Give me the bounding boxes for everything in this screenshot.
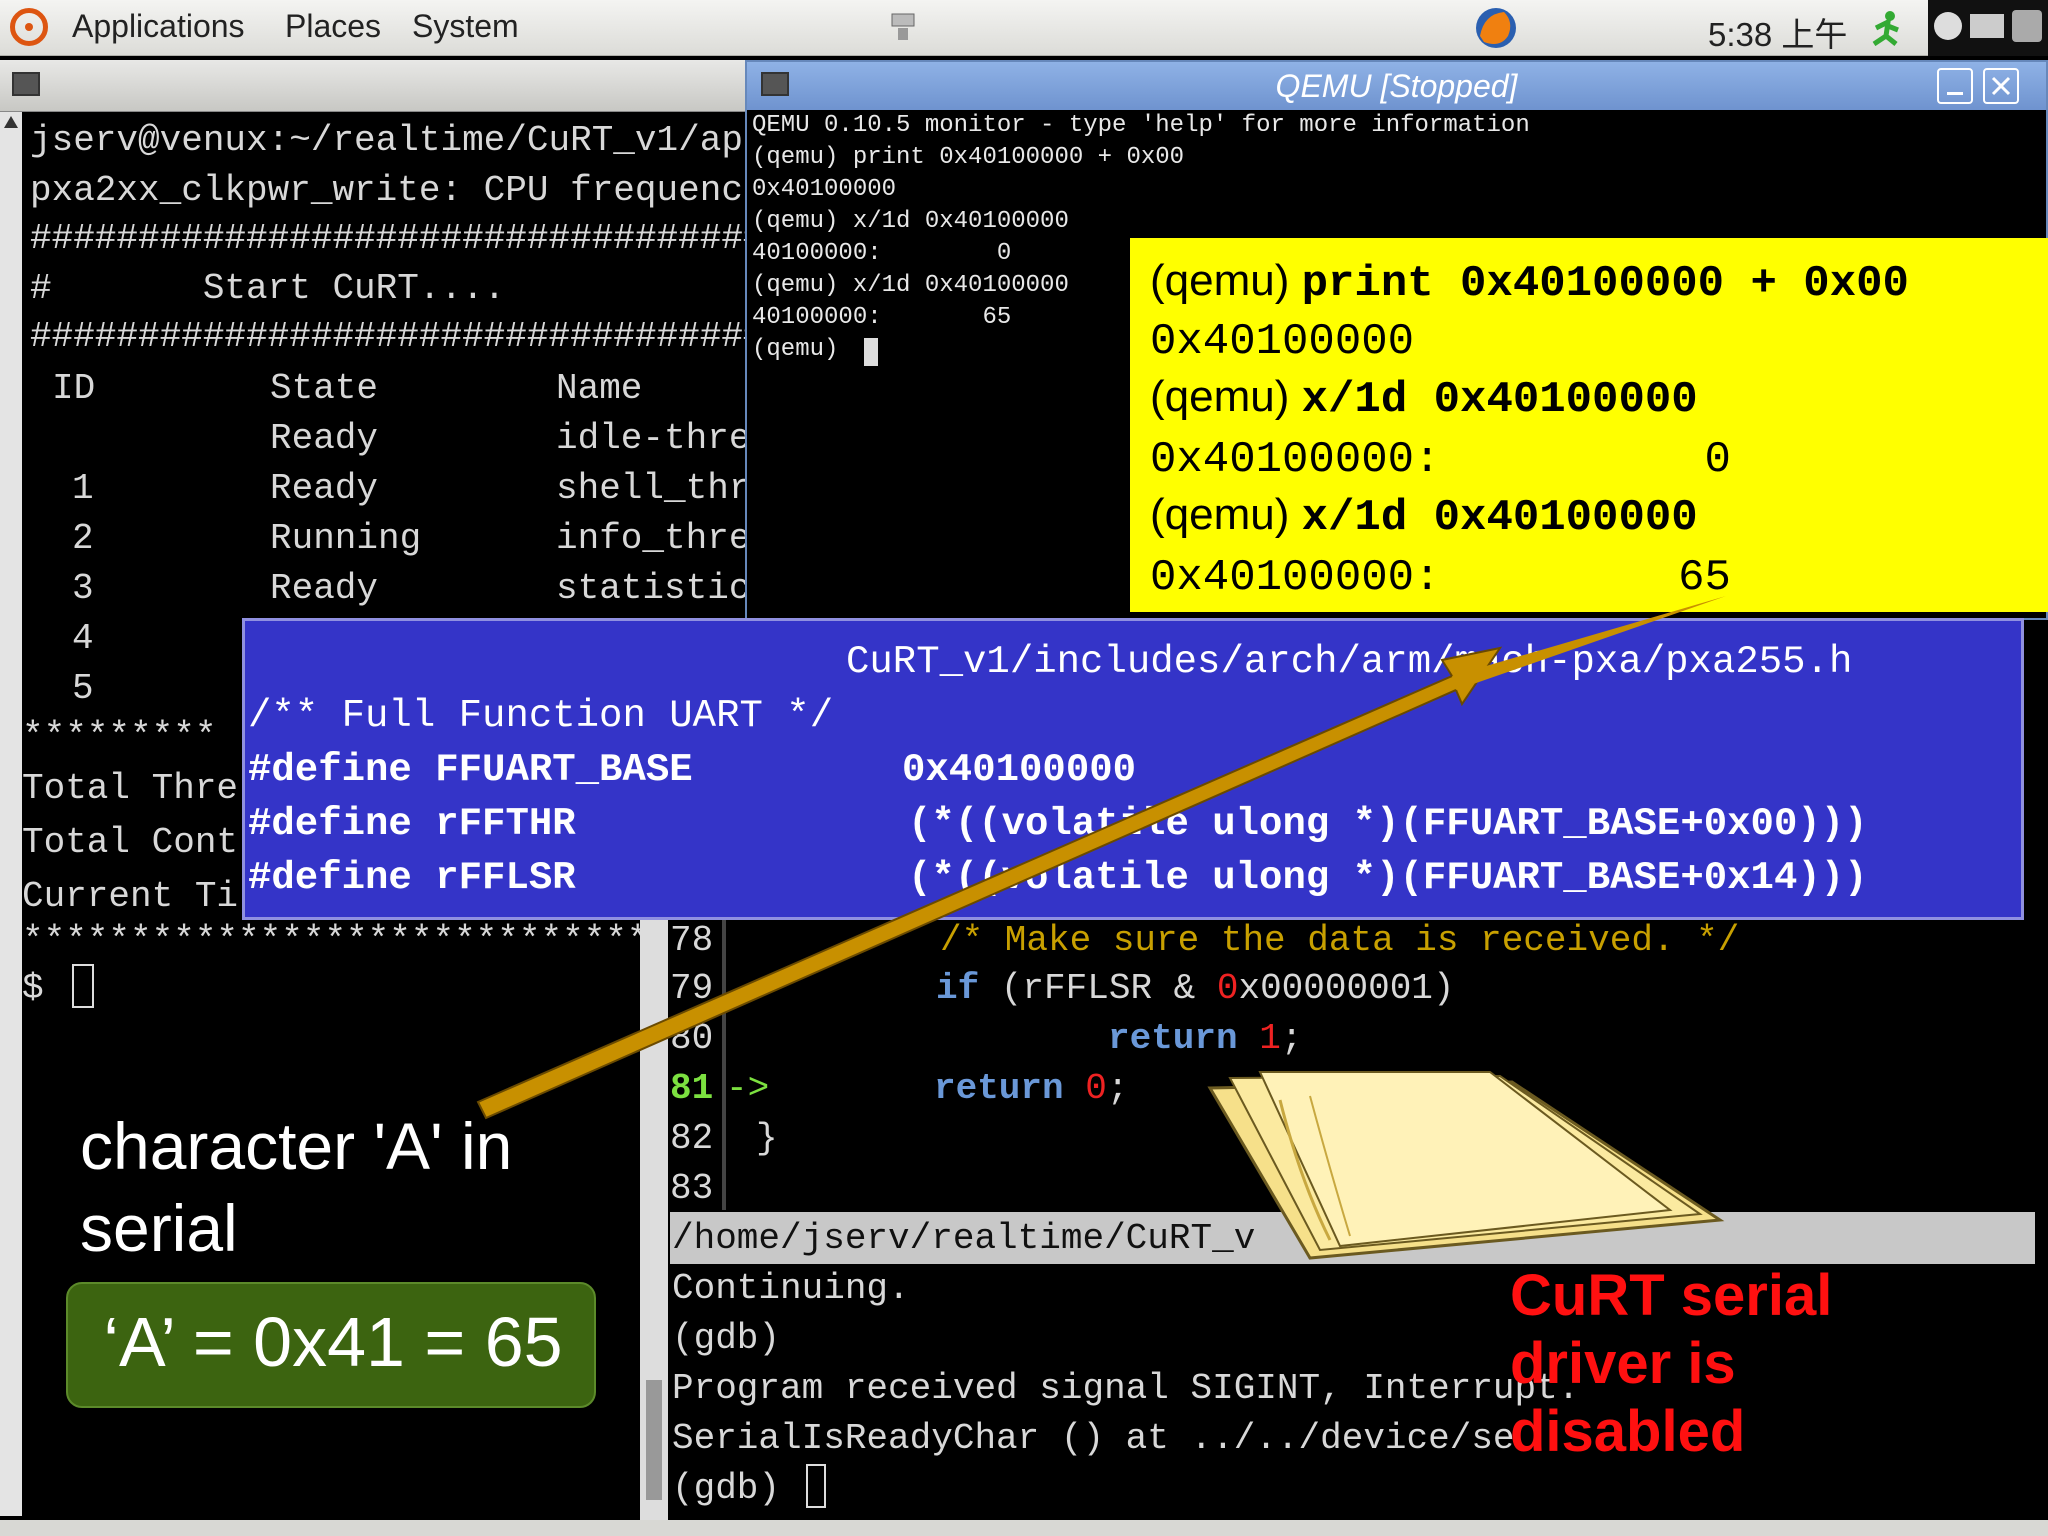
character-label-line2: serial: [80, 1191, 238, 1265]
driver-note-line1: CuRT serial: [1510, 1263, 1833, 1328]
driver-note-line2: driver is: [1510, 1331, 1736, 1396]
sticky-note-icon: [1207, 1071, 1725, 1260]
ascii-value-box: ‘A’ = 0x41 = 65: [66, 1282, 596, 1408]
character-label-line1: character 'A' in: [80, 1109, 513, 1183]
arrow-shaft: [476, 646, 1503, 1120]
driver-note-line3: disabled: [1510, 1399, 1746, 1464]
ascii-value-text: ‘A’ = 0x41 = 65: [103, 1303, 563, 1381]
arrow-link: [1452, 596, 1726, 690]
